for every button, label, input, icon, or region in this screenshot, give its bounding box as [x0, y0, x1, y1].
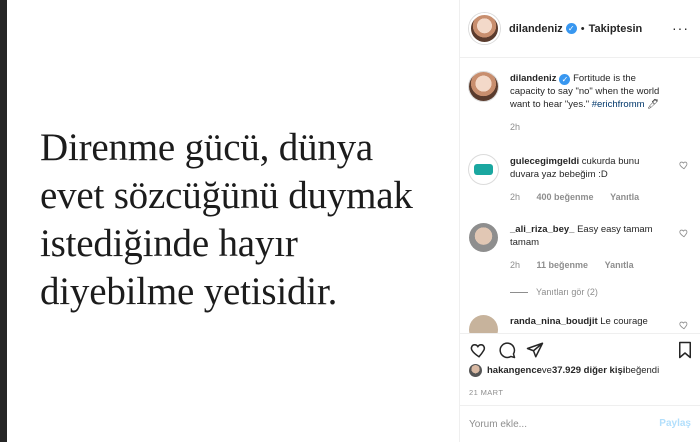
view-replies-label: Yanıtları gör (2) [536, 287, 598, 297]
comment-body: randa_nina_boudjit Le courage [510, 315, 670, 333]
comment-username[interactable]: gulecegimgeldi [510, 156, 579, 167]
comment-likes[interactable]: 400 beğenme [537, 192, 594, 202]
likes-suffix: beğendi [625, 365, 660, 376]
caption-item: dilandeniz ✓ Fortitude is the capacity to… [469, 72, 697, 134]
quote-line: istediğinde hayır [40, 222, 298, 265]
comment-avatar[interactable] [469, 315, 498, 333]
caption-time[interactable]: 2h [510, 122, 520, 132]
hashtag-link[interactable]: #erichfromm [592, 99, 645, 110]
comment-likes[interactable]: 11 beğenme [537, 260, 589, 270]
post-modal: Direnme gücü, dünya evet sözcüğünü duyma… [0, 0, 700, 442]
likes-summary: hakangence ve 37.929 diğer kişi beğendi [469, 364, 659, 377]
liker-username[interactable]: hakangence [487, 365, 542, 376]
action-bar [460, 333, 700, 363]
comment-time[interactable]: 2h [510, 192, 520, 202]
quote-text: Direnme gücü, dünya evet sözcüğünü duyma… [40, 124, 450, 316]
comment-avatar[interactable] [469, 155, 498, 184]
post-comment-button[interactable]: Paylaş [659, 418, 691, 429]
caption-avatar[interactable] [469, 72, 498, 101]
reply-button[interactable]: Yanıtla [605, 260, 634, 270]
comment-meta: 2h 400 beğenme Yanıtla [510, 191, 670, 204]
separator-dot: • [580, 22, 585, 35]
bookmark-icon[interactable] [676, 341, 694, 359]
comment-input[interactable] [469, 415, 639, 433]
comment-body: gulecegimgeldi cukurda bunu duvara yaz b… [510, 155, 670, 204]
comments-list[interactable]: dilandeniz ✓ Fortitude is the capacity to… [460, 58, 700, 333]
comment-text: Le courage [600, 316, 648, 327]
add-comment-bar: Paylaş [460, 405, 700, 442]
pen-emoji: 🖊 [647, 99, 660, 110]
reply-button[interactable]: Yanıtla [610, 192, 639, 202]
comment-like-heart-icon[interactable] [679, 160, 689, 170]
modal-backdrop-edge [0, 0, 7, 442]
post-date[interactable]: 21 MART [469, 388, 503, 397]
quote-line: diyebilme yetisidir. [40, 270, 338, 313]
more-options-icon[interactable]: ··· [672, 20, 689, 36]
caption-body: dilandeniz ✓ Fortitude is the capacity to… [510, 72, 670, 134]
comment-meta: 2h 11 beğenme Yanıtla [510, 259, 670, 272]
heart-icon[interactable] [470, 341, 488, 359]
quote-line: Direnme gücü, dünya [40, 126, 374, 169]
share-icon[interactable] [526, 341, 544, 359]
comment-icon[interactable] [498, 341, 516, 359]
verified-icon: ✓ [559, 74, 571, 85]
follow-status-button[interactable]: Takiptesin [589, 23, 643, 35]
author-username[interactable]: dilandeniz [509, 23, 563, 35]
comment-username[interactable]: _ali_riza_bey_ [510, 224, 574, 235]
replies-divider [510, 291, 528, 293]
caption-meta: 2h [510, 121, 670, 134]
verified-icon: ✓ [565, 23, 577, 34]
liker-avatar[interactable] [469, 364, 482, 377]
likes-conjunction: ve [541, 365, 552, 376]
caption-username[interactable]: dilandeniz [510, 73, 556, 84]
author-avatar[interactable] [469, 13, 500, 44]
likes-count-link[interactable]: 37.929 diğer kişi [552, 365, 625, 376]
comment-item: gulecegimgeldi cukurda bunu duvara yaz b… [469, 155, 697, 204]
comment-like-heart-icon[interactable] [679, 228, 689, 238]
comment-like-heart-icon[interactable] [679, 320, 689, 330]
comment-body: _ali_riza_bey_ Easy easy tamam tamam 2h … [510, 223, 670, 272]
post-sidebar: dilandeniz ✓ • Takiptesin ··· dilandeniz… [459, 0, 700, 442]
comment-item: _ali_riza_bey_ Easy easy tamam tamam 2h … [469, 223, 697, 272]
view-replies-button[interactable]: Yanıtları gör (2) [510, 287, 598, 297]
comment-avatar[interactable] [469, 223, 498, 252]
comment-username[interactable]: randa_nina_boudjit [510, 316, 598, 327]
comment-item: randa_nina_boudjit Le courage [469, 315, 697, 333]
post-image[interactable]: Direnme gücü, dünya evet sözcüğünü duyma… [7, 0, 459, 442]
comment-time[interactable]: 2h [510, 260, 520, 270]
quote-line: evet sözcüğünü duymak [40, 174, 413, 217]
post-header: dilandeniz ✓ • Takiptesin ··· [460, 0, 700, 58]
